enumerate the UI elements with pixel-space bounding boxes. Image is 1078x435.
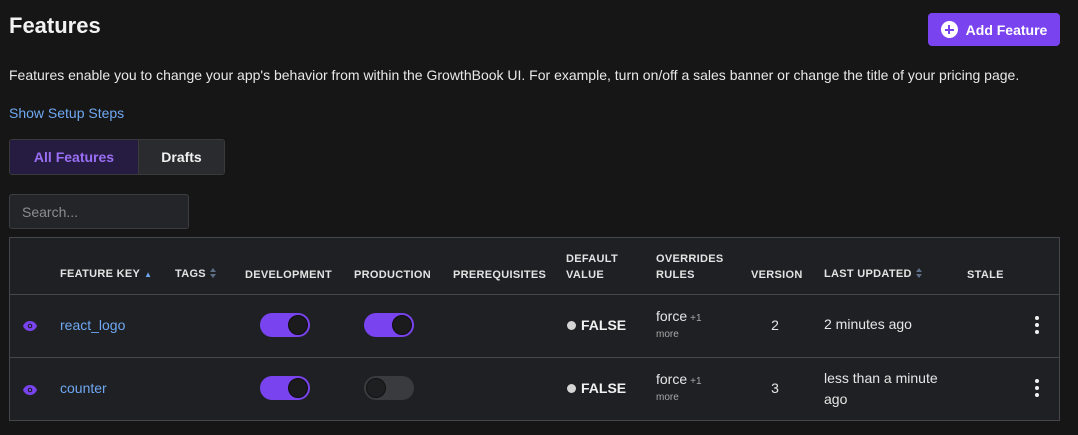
column-default-value: DEFAULT VALUE [566, 251, 618, 283]
value-dot-icon [567, 383, 576, 393]
more-menu-icon[interactable] [1032, 379, 1042, 399]
override-count: +1 [690, 313, 702, 324]
column-production: PRODUCTION [354, 269, 431, 281]
column-prerequisites: PREREQUISITES [453, 269, 547, 281]
toggle-knob [366, 378, 386, 398]
page-description: Features enable you to change your app's… [9, 67, 1020, 83]
more-menu-icon[interactable] [1032, 316, 1042, 336]
toggle-knob [392, 315, 412, 335]
column-version: VERSION [751, 269, 803, 281]
eye-icon[interactable] [23, 385, 37, 395]
tab-drafts[interactable]: Drafts [138, 140, 224, 174]
show-setup-steps-link[interactable]: Show Setup Steps [9, 105, 124, 121]
toggle-knob [288, 315, 308, 335]
feature-key-link[interactable]: counter [60, 380, 107, 396]
page-title: Features [9, 13, 101, 38]
plus-circle-icon [940, 21, 958, 38]
column-last-updated[interactable]: LAST UPDATED [824, 266, 923, 282]
column-overrides-line2: RULES [656, 269, 695, 281]
sort-ascending-icon: ▲ [144, 270, 153, 279]
toggle-knob [288, 378, 308, 398]
column-stale: STALE [967, 269, 1004, 281]
override-rules: force +1 more [656, 308, 702, 343]
default-value-text: FALSE [581, 380, 627, 396]
column-last-updated-label: LAST UPDATED [824, 268, 912, 280]
production-toggle[interactable] [364, 376, 414, 400]
table-row: counter FALSE force +1 more 3 less than a… [10, 358, 1059, 421]
features-table: FEATURE KEY ▲ TAGS DEVELOPMENT PRODUCTION… [9, 237, 1060, 421]
production-toggle[interactable] [364, 313, 414, 337]
column-overrides-rules: OVERRIDES RULES [656, 251, 724, 283]
table-header: FEATURE KEY ▲ TAGS DEVELOPMENT PRODUCTION… [10, 238, 1059, 295]
last-updated-line1: 2 minutes ago [824, 316, 912, 332]
column-tags-label: TAGS [175, 268, 206, 280]
column-default-value-line1: DEFAULT [566, 253, 619, 265]
development-toggle[interactable] [260, 313, 310, 337]
column-feature-key-label: FEATURE KEY [60, 268, 141, 280]
default-value: FALSE [567, 380, 626, 396]
features-page: Features Add Feature Features enable you… [0, 0, 1078, 435]
add-feature-label: Add Feature [965, 21, 1048, 38]
eye-icon[interactable] [23, 321, 37, 331]
default-value-text: FALSE [581, 317, 627, 333]
override-type: force [656, 371, 688, 387]
column-development: DEVELOPMENT [245, 269, 333, 281]
feature-key-link[interactable]: react_logo [60, 317, 125, 333]
override-more: more [656, 392, 679, 403]
override-count: +1 [690, 376, 702, 387]
override-more: more [656, 329, 679, 340]
search-input[interactable] [9, 194, 189, 229]
default-value: FALSE [567, 317, 626, 333]
last-updated-line2: ago [824, 391, 848, 407]
table-row: react_logo FALSE force +1 more 2 2 minute… [10, 295, 1059, 358]
sort-icon [209, 268, 217, 278]
feature-tabs: All Features Drafts [9, 139, 225, 175]
version-number: 2 [771, 317, 779, 333]
version-number: 3 [771, 380, 779, 396]
value-dot-icon [567, 320, 576, 330]
column-tags[interactable]: TAGS [175, 266, 217, 282]
tab-all-features[interactable]: All Features [10, 140, 138, 174]
column-default-value-line2: VALUE [566, 269, 604, 281]
override-type: force [656, 308, 688, 324]
sort-icon [915, 268, 923, 278]
add-feature-button[interactable]: Add Feature [928, 13, 1060, 46]
development-toggle[interactable] [260, 376, 310, 400]
column-overrides-line1: OVERRIDES [656, 253, 724, 265]
override-rules: force +1 more [656, 371, 702, 406]
column-feature-key[interactable]: FEATURE KEY ▲ [60, 266, 152, 283]
last-updated: less than a minute ago [824, 368, 954, 410]
last-updated: 2 minutes ago [824, 314, 954, 335]
last-updated-line1: less than a minute [824, 370, 938, 386]
